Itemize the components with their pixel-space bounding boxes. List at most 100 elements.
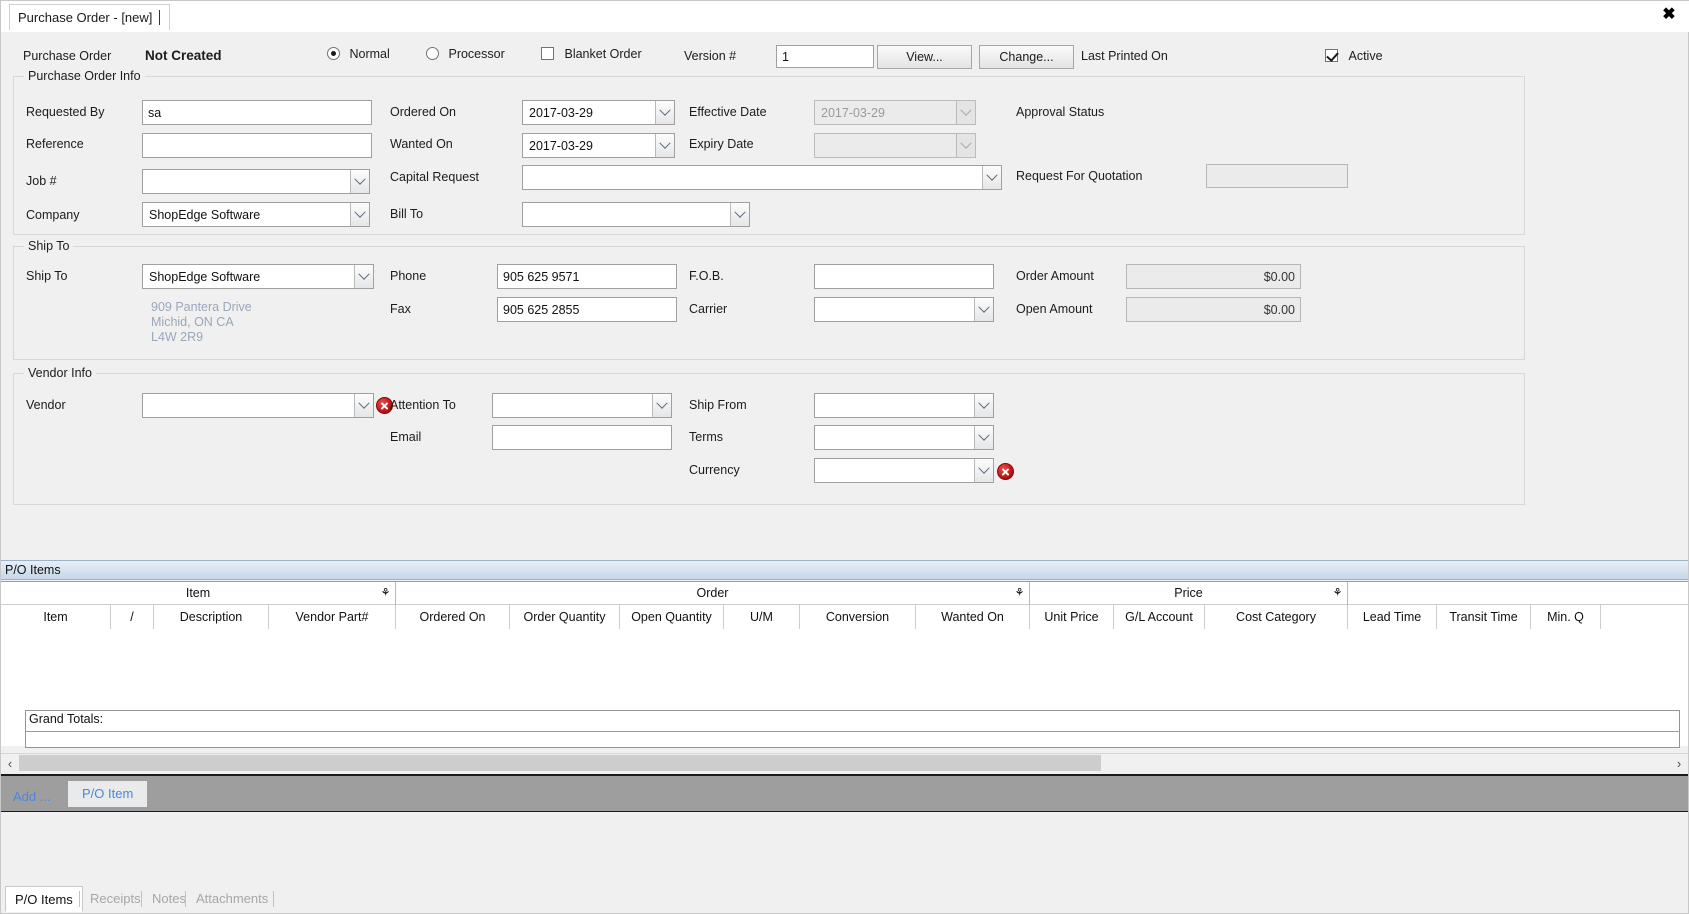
- version-input[interactable]: [776, 45, 874, 68]
- phone-input[interactable]: [497, 264, 677, 289]
- ordered-on-label: Ordered On: [390, 105, 457, 119]
- document-tab-label: Purchase Order - [new]: [18, 10, 153, 25]
- radio-processor[interactable]: Processor: [426, 47, 505, 61]
- column-header-description[interactable]: Description: [154, 605, 269, 629]
- column-header-min-quantity[interactable]: Min. Q: [1531, 605, 1601, 629]
- tab-divider: [273, 891, 274, 907]
- add-po-item-button[interactable]: P/O Item: [68, 781, 148, 807]
- checkbox-active[interactable]: Active: [1325, 49, 1383, 63]
- currency-error-icon: [997, 463, 1014, 480]
- add-label: Add ...: [13, 789, 51, 804]
- last-printed-on-label: Last Printed On: [1081, 49, 1168, 63]
- band-item: Item ⚘: [1, 582, 396, 605]
- add-item-bar: Add ... P/O Item: [1, 774, 1688, 812]
- ship-to-group-title: Ship To: [24, 239, 74, 253]
- address-line-1: 909 Pantera Drive: [151, 300, 252, 314]
- column-header-conversion[interactable]: Conversion: [800, 605, 916, 629]
- effective-date-datepicker: 2017-03-29: [814, 100, 976, 125]
- column-header-open-quantity[interactable]: Open Quantity: [620, 605, 724, 629]
- chevron-down-icon: [655, 134, 674, 157]
- tab-receipts[interactable]: Receipts: [81, 886, 150, 912]
- expiry-date-datepicker: [814, 133, 976, 158]
- vendor-combo[interactable]: [142, 393, 374, 418]
- ordered-on-datepicker[interactable]: 2017-03-29: [522, 100, 675, 125]
- column-header-wanted-on[interactable]: Wanted On: [916, 605, 1030, 629]
- reference-input[interactable]: [142, 133, 372, 158]
- grid-horizontal-scrollbar[interactable]: ‹ ›: [1, 753, 1688, 772]
- wanted-on-value: 2017-03-29: [529, 138, 593, 153]
- terms-label: Terms: [689, 430, 724, 444]
- bill-to-combo[interactable]: [522, 202, 750, 227]
- capital-request-combo[interactable]: [522, 165, 1002, 190]
- fob-input[interactable]: [814, 264, 994, 289]
- tab-po-items[interactable]: P/O Items: [5, 886, 83, 912]
- carrier-combo[interactable]: [814, 297, 994, 322]
- expiry-date-label: Expiry Date: [689, 137, 754, 151]
- pin-icon[interactable]: ⚘: [1014, 588, 1025, 599]
- po-items-grid: Item ⚘ Order ⚘ Price ⚘ Item / Descriptio…: [1, 581, 1688, 748]
- open-amount-label: Open Amount: [1016, 302, 1093, 316]
- email-input[interactable]: [492, 425, 672, 450]
- fax-input[interactable]: [497, 297, 677, 322]
- column-header-cost-category[interactable]: Cost Category: [1205, 605, 1348, 629]
- ship-to-group: Ship To Ship To ShopEdge Software 909 Pa…: [13, 239, 1525, 360]
- ship-from-combo[interactable]: [814, 393, 994, 418]
- scroll-right-icon[interactable]: ›: [1670, 754, 1688, 772]
- radio-normal-icon: [327, 47, 340, 60]
- column-header-lead-time[interactable]: Lead Time: [1348, 605, 1437, 629]
- chevron-down-icon: [354, 265, 373, 288]
- carrier-label: Carrier: [689, 302, 728, 316]
- chevron-down-icon: [730, 203, 749, 226]
- capital-request-label: Capital Request: [390, 170, 479, 184]
- document-tab[interactable]: Purchase Order - [new]: [9, 4, 171, 30]
- fax-label: Fax: [390, 302, 411, 316]
- company-combo[interactable]: ShopEdge Software: [142, 202, 370, 227]
- effective-date-value: 2017-03-29: [821, 105, 885, 120]
- radio-normal[interactable]: Normal: [327, 47, 390, 61]
- chevron-down-icon: [655, 101, 674, 124]
- reference-label: Reference: [26, 137, 84, 151]
- chevron-down-icon: [974, 298, 993, 321]
- requested-by-input[interactable]: [142, 100, 372, 125]
- change-button[interactable]: Change...: [979, 45, 1074, 69]
- version-label: Version #: [684, 49, 737, 63]
- grand-totals-label: Grand Totals:: [29, 712, 104, 726]
- column-header-sort[interactable]: /: [111, 605, 154, 629]
- checkbox-active-label: Active: [1348, 49, 1383, 63]
- checkbox-blanket-order[interactable]: Blanket Order: [541, 47, 642, 61]
- phone-label: Phone: [390, 269, 427, 283]
- column-header-unit-price[interactable]: Unit Price: [1030, 605, 1114, 629]
- purchase-order-info-title: Purchase Order Info: [24, 69, 145, 83]
- band-extra: [1348, 582, 1688, 605]
- view-button[interactable]: View...: [877, 45, 972, 69]
- column-header-transit-time[interactable]: Transit Time: [1437, 605, 1531, 629]
- pin-icon[interactable]: ⚘: [1332, 588, 1343, 599]
- grand-totals-box: Grand Totals:: [25, 710, 1680, 748]
- column-header-item[interactable]: Item: [1, 605, 111, 629]
- column-header-um[interactable]: U/M: [724, 605, 800, 629]
- terms-combo[interactable]: [814, 425, 994, 450]
- scrollbar-thumb[interactable]: [19, 755, 1101, 771]
- company-value: ShopEdge Software: [149, 207, 261, 222]
- job-number-combo[interactable]: [142, 169, 370, 194]
- column-header-vendor-part[interactable]: Vendor Part#: [269, 605, 396, 629]
- company-label: Company: [26, 208, 80, 222]
- wanted-on-datepicker[interactable]: 2017-03-29: [522, 133, 675, 158]
- top-toolbar-strip: Purchase Order Not Created Normal Proces…: [1, 32, 1688, 73]
- column-header-gl-account[interactable]: G/L Account: [1114, 605, 1205, 629]
- pin-icon[interactable]: ⚘: [380, 588, 391, 599]
- column-header-order-quantity[interactable]: Order Quantity: [510, 605, 620, 629]
- column-header-ordered-on[interactable]: Ordered On: [396, 605, 510, 629]
- currency-combo[interactable]: [814, 458, 994, 483]
- ship-to-combo[interactable]: ShopEdge Software: [142, 264, 374, 289]
- requested-by-label: Requested By: [26, 105, 105, 119]
- vendor-label: Vendor: [26, 398, 66, 412]
- order-amount-label: Order Amount: [1016, 269, 1094, 283]
- tab-divider: [141, 891, 142, 907]
- close-icon[interactable]: ✖: [1658, 4, 1680, 26]
- scroll-left-icon[interactable]: ‹: [1, 754, 19, 772]
- attention-to-combo[interactable]: [492, 393, 672, 418]
- request-for-quotation-input[interactable]: [1206, 164, 1348, 188]
- open-amount-value: [1126, 297, 1301, 322]
- tab-attachments[interactable]: Attachments: [187, 886, 277, 912]
